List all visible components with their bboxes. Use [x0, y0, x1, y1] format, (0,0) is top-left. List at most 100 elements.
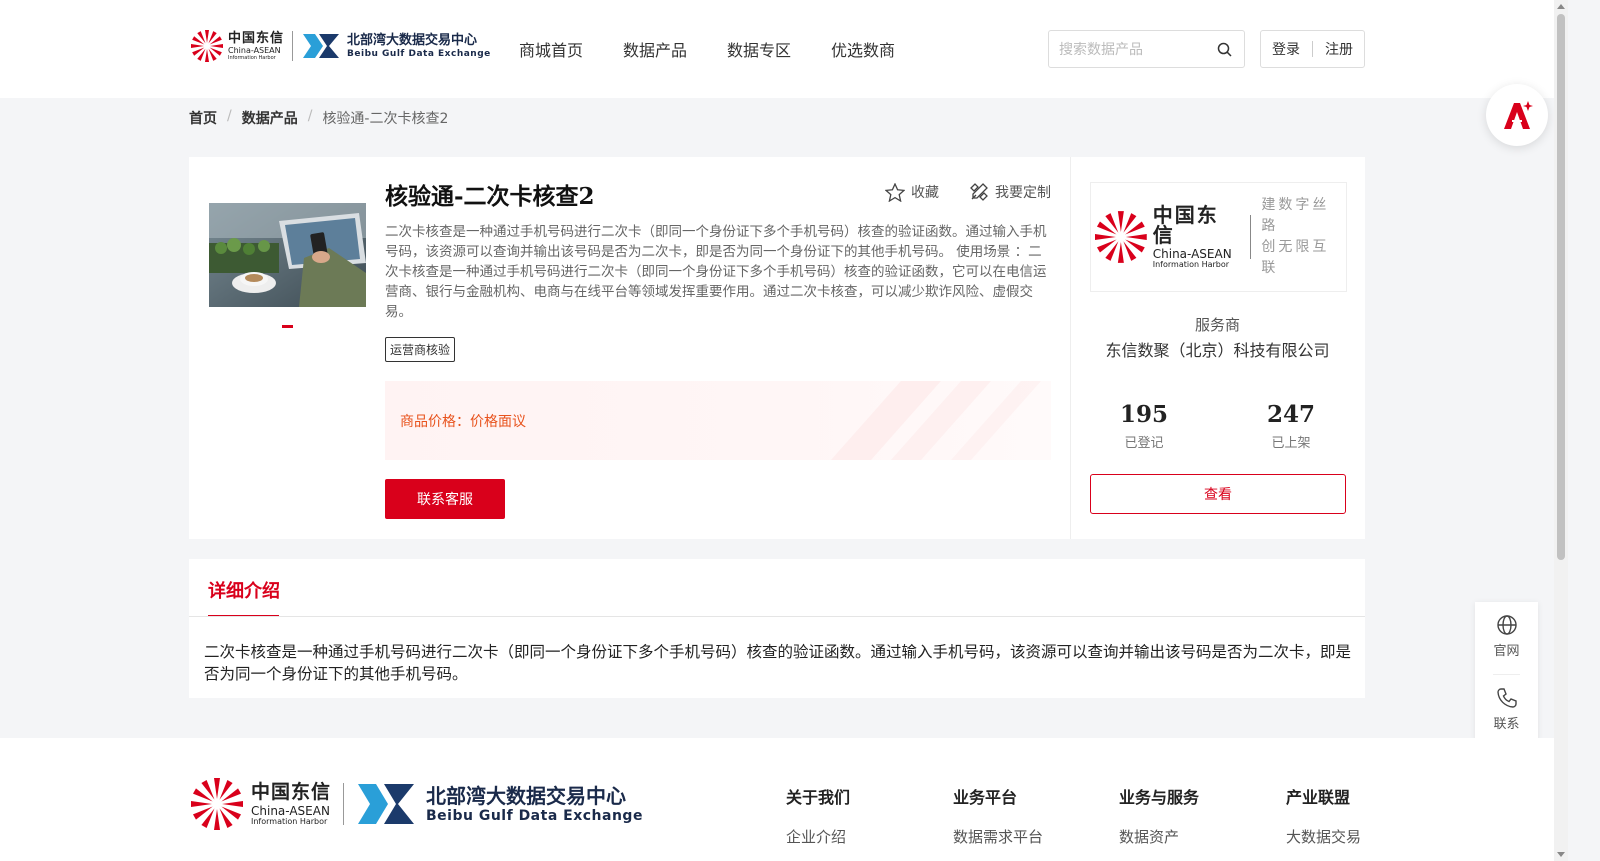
product-price: 商品价格：价格面议 [400, 411, 526, 431]
merchant-logo-en1: China-ASEAN [1152, 247, 1232, 261]
logo-ct-cn: 中国东信 [228, 30, 285, 46]
search-input[interactable] [1059, 32, 1219, 66]
stat-listed-value: 247 [1266, 401, 1315, 428]
merchant-logo-en2: Information Harbor [1152, 260, 1230, 269]
footer-link[interactable]: 数据资产 [1119, 826, 1199, 847]
product-image[interactable] [209, 203, 366, 307]
china-asean-flower-icon [191, 30, 223, 62]
footer-col-title: 业务与服务 [1119, 788, 1200, 807]
contact-support-button[interactable]: 联系客服 [385, 479, 505, 519]
detail-section: 详细介绍 二次卡核查是一种通过手机号码进行二次卡（即同一个身份证下多个手机号码）… [189, 559, 1365, 698]
register-link[interactable]: 注册 [1325, 39, 1353, 59]
beibu-gulf-logo: 北部湾大数据交易中心 Beibu Gulf Data Exchange [301, 32, 491, 60]
top-header: 中国东信 China-ASEAN Information Harbor 北部湾大… [0, 0, 1568, 98]
nav-data-products[interactable]: 数据产品 [623, 37, 687, 61]
breadcrumb-current: 核验通-二次卡核查2 [322, 111, 449, 127]
main-nav: 商城首页 数据产品 数据专区 优选数商 [519, 37, 935, 61]
product-description: 二次卡核查是一种通过手机号码进行二次卡（即同一个身份证下多个手机号码）核查的验证… [385, 224, 1047, 320]
favorite-button[interactable]: 收藏 [885, 182, 939, 202]
ai-assistant-icon [1504, 101, 1533, 129]
contact-button[interactable]: 联系 [1475, 687, 1538, 732]
scroll-down-arrow-icon[interactable] [1557, 852, 1565, 857]
footer-logo-divider [343, 783, 345, 825]
customize-icon [970, 183, 988, 201]
search-icon[interactable] [1217, 42, 1232, 61]
product-title: 核验通-二次卡核查2 [385, 183, 595, 210]
contact-label: 联系 [1493, 717, 1520, 732]
side-divider [1493, 674, 1520, 675]
merchant-slogan-line2: 创无限互联 [1261, 239, 1330, 276]
tab-details[interactable]: 详细介绍 [208, 577, 280, 603]
nav-data-zone[interactable]: 数据专区 [727, 37, 791, 61]
official-site-label: 官网 [1493, 644, 1520, 659]
page-scrollbar[interactable] [1554, 0, 1568, 861]
auth-box: 登录 注册 [1260, 30, 1365, 68]
tab-divider [189, 616, 1365, 617]
stat-registered-label: 已登记 [1124, 436, 1164, 451]
merchant-slogan: 建数字丝路 创无限互联 [1261, 195, 1346, 279]
nav-mall-home[interactable]: 商城首页 [519, 37, 583, 61]
merchant-logo-divider [1250, 215, 1252, 259]
stat-registered: 195 已登记 [1084, 401, 1204, 451]
customize-label: 我要定制 [995, 185, 1051, 201]
login-link[interactable]: 登录 [1272, 39, 1300, 59]
favorite-label: 收藏 [911, 185, 939, 201]
logo-divider [292, 31, 294, 61]
merchant-logo[interactable]: 中国东信 China-ASEAN Information Harbor 建数字丝… [1090, 182, 1347, 292]
ai-assistant-button[interactable] [1486, 84, 1548, 146]
service-provider-name: 东信数聚（北京）科技有限公司 [1105, 341, 1330, 360]
footer-logo-ct-en2: Information Harbor [251, 816, 328, 826]
footer-col-about: 关于我们 企业介绍 [786, 784, 850, 847]
footer-logo-bx-en: Beibu Gulf Data Exchange [426, 807, 643, 824]
footer-link[interactable]: 企业介绍 [786, 826, 850, 847]
merchant-slogan-line1: 建数字丝路 [1261, 197, 1330, 234]
gallery-indicator[interactable] [282, 325, 293, 328]
beibu-gulf-mark-icon [358, 784, 415, 824]
stat-registered-value: 195 [1119, 401, 1168, 428]
breadcrumb-home[interactable]: 首页 [189, 108, 217, 128]
footer-link[interactable]: 大数据交易 [1286, 826, 1361, 847]
footer-col-title: 关于我们 [786, 788, 851, 807]
footer-logo-ct-en1: China-ASEAN [251, 803, 330, 818]
scrollbar-thumb[interactable] [1557, 14, 1565, 560]
footer-col-services: 业务与服务 数据资产 [1119, 784, 1199, 847]
footer-logo-bx-cn: 北部湾大数据交易中心 [426, 783, 627, 808]
logo-ct-en1: China-ASEAN [228, 45, 281, 55]
china-asean-flower-icon [1094, 211, 1147, 263]
footer-col-platform: 业务平台 数据需求平台 [953, 784, 1043, 847]
footer-col-alliance: 产业联盟 大数据交易 [1286, 784, 1361, 847]
nav-featured-vendors[interactable]: 优选数商 [831, 37, 895, 61]
product-actions: 收藏 我要定制 [885, 182, 1051, 202]
footer-link[interactable]: 数据需求平台 [953, 826, 1043, 847]
breadcrumb-separator: / [227, 108, 232, 124]
customize-button[interactable]: 我要定制 [969, 182, 1051, 202]
search-box [1048, 30, 1245, 68]
stat-listed-label: 已上架 [1271, 436, 1311, 451]
china-asean-logo: 中国东信 China-ASEAN Information Harbor [190, 27, 284, 65]
breadcrumb: 首页 / 数据产品 / 核验通-二次卡核查2 [189, 108, 448, 128]
logo-bx-en: Beibu Gulf Data Exchange [347, 48, 491, 59]
category-tag: 运营商核验 [385, 337, 456, 362]
scroll-up-arrow-icon[interactable] [1557, 4, 1565, 9]
product-card: 核验通-二次卡核查2 收藏 我要定制 二次卡核查是一种通过手机号码进行二次卡（即… [189, 157, 1365, 539]
footer-logo-ct-cn: 中国东信 [251, 780, 332, 803]
official-site-button[interactable]: 官网 [1475, 614, 1538, 659]
merchant-logo-cn: 中国东信 [1152, 203, 1219, 247]
breadcrumb-separator: / [307, 108, 313, 124]
footer-logo[interactable]: 中国东信 China-ASEAN Information Harbor 北部湾大… [189, 775, 643, 833]
service-provider-label: 服务商 [1194, 316, 1240, 334]
star-icon [885, 182, 905, 202]
footer-col-title: 产业联盟 [1286, 788, 1351, 807]
logo-ct-en2: Information Harbor [228, 54, 276, 61]
logo-bx-cn: 北部湾大数据交易中心 [347, 32, 478, 48]
breadcrumb-data-products[interactable]: 数据产品 [242, 108, 298, 128]
price-label: 商品价格： [400, 414, 470, 430]
china-asean-flower-icon [191, 778, 243, 830]
globe-icon [1496, 615, 1517, 635]
view-merchant-button[interactable]: 查看 [1090, 474, 1346, 514]
site-logo[interactable]: 中国东信 China-ASEAN Information Harbor 北部湾大… [190, 27, 491, 65]
side-widget: 官网 联系 [1475, 602, 1538, 743]
price-panel-decoration [831, 381, 1041, 460]
footer: 中国东信 China-ASEAN Information Harbor 北部湾大… [0, 738, 1568, 861]
price-panel: 商品价格：价格面议 [385, 381, 1051, 460]
